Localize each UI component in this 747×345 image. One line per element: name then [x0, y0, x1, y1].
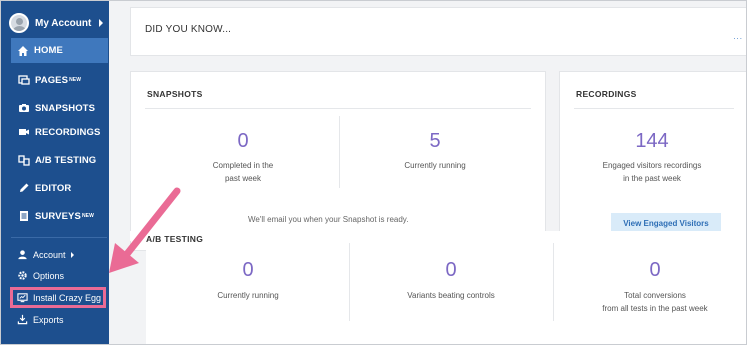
ab-conversions-label: Total conversions from all tests in the …: [602, 291, 708, 313]
user-icon: [18, 250, 27, 260]
sidebar-sub-account[interactable]: Account: [17, 249, 74, 260]
sidebar-item-label: HOME: [34, 45, 63, 56]
sidebar-divider: [11, 237, 107, 238]
view-engaged-visitors-button[interactable]: View Engaged Visitors: [611, 213, 721, 233]
sidebar-item-pages[interactable]: PAGES NEW: [11, 68, 107, 92]
sidebar-item-ab-testing[interactable]: A/B TESTING: [11, 148, 107, 172]
divider: [349, 243, 350, 321]
ab-testing-card: A/B TESTING 0 Currently running 0 Varian…: [130, 231, 746, 344]
divider: [574, 108, 734, 109]
pages-icon: [18, 75, 30, 85]
download-icon: [17, 314, 28, 325]
my-account-menu[interactable]: My Account: [7, 11, 107, 35]
ab-variants-label: Variants beating controls: [407, 291, 495, 300]
install-highlight-box: [10, 287, 106, 308]
chevron-right-icon: [99, 19, 103, 27]
new-badge: NEW: [69, 77, 82, 83]
snapshots-running-label: Currently running: [404, 161, 466, 170]
ab-running-value: 0: [242, 259, 254, 281]
survey-icon: [20, 211, 28, 221]
recordings-value: 144: [635, 130, 669, 152]
sidebar-item-label: SURVEYS: [35, 210, 81, 222]
sidebar-item-label: A/B TESTING: [35, 154, 97, 166]
sidebar-sub-options[interactable]: Options: [17, 270, 64, 281]
sidebar-sub-label: Options: [33, 270, 65, 281]
snapshots-completed-label: Completed in the past week: [212, 161, 274, 183]
sidebar: My Account HOME PAGES NEW SNAPSHOTS RECOR…: [1, 1, 109, 344]
divider: [339, 116, 340, 188]
new-badge: NEW: [81, 213, 94, 219]
sidebar-item-editor[interactable]: EDITOR: [11, 176, 107, 200]
did-you-know-card: DID YOU KNOW... ...: [130, 7, 746, 56]
camera-icon: [19, 104, 29, 112]
ab-icon: [18, 155, 30, 166]
ab-running-label: Currently running: [217, 291, 279, 300]
sidebar-sub-label: Exports: [33, 314, 64, 325]
gear-icon: [18, 271, 27, 280]
sidebar-item-surveys[interactable]: SURVEYS NEW: [11, 204, 107, 228]
my-account-label: My Account: [35, 17, 92, 29]
chevron-right-icon: [70, 251, 74, 258]
sidebar-sub-exports[interactable]: Exports: [17, 314, 64, 325]
snapshots-running-value: 5: [429, 130, 441, 152]
recordings-label: Engaged visitors recordings in the past …: [602, 161, 702, 183]
pencil-icon: [20, 183, 29, 192]
sidebar-sub-label: Account: [33, 249, 66, 260]
video-icon: [19, 129, 29, 135]
sidebar-item-label: EDITOR: [35, 182, 72, 194]
sidebar-item-label: SNAPSHOTS: [35, 102, 96, 114]
sidebar-item-label: PAGES: [35, 74, 69, 86]
recordings-title: RECORDINGS: [576, 89, 637, 99]
divider: [553, 243, 554, 321]
snapshots-completed-value: 0: [237, 130, 249, 152]
divider: [145, 108, 531, 109]
ab-variants-value: 0: [445, 259, 457, 281]
loading-dots: ...: [733, 32, 743, 41]
app-frame: My Account HOME PAGES NEW SNAPSHOTS RECOR…: [0, 0, 747, 345]
snapshot-email-note: We'll email you when your Snapshot is re…: [248, 215, 409, 224]
sidebar-item-snapshots[interactable]: SNAPSHOTS: [11, 96, 107, 120]
ab-conversions-value: 0: [649, 259, 661, 281]
home-icon: [18, 45, 28, 56]
sidebar-item-home[interactable]: HOME: [11, 38, 108, 63]
annotation-arrow: [109, 187, 181, 273]
recordings-card: RECORDINGS 144 Engaged visitors recordin…: [559, 71, 746, 251]
sidebar-item-label: RECORDINGS: [35, 126, 101, 138]
sidebar-item-recordings[interactable]: RECORDINGS: [11, 120, 107, 144]
avatar: [9, 13, 29, 33]
did-you-know-title: DID YOU KNOW...: [145, 24, 232, 35]
snapshots-title: SNAPSHOTS: [147, 89, 203, 99]
